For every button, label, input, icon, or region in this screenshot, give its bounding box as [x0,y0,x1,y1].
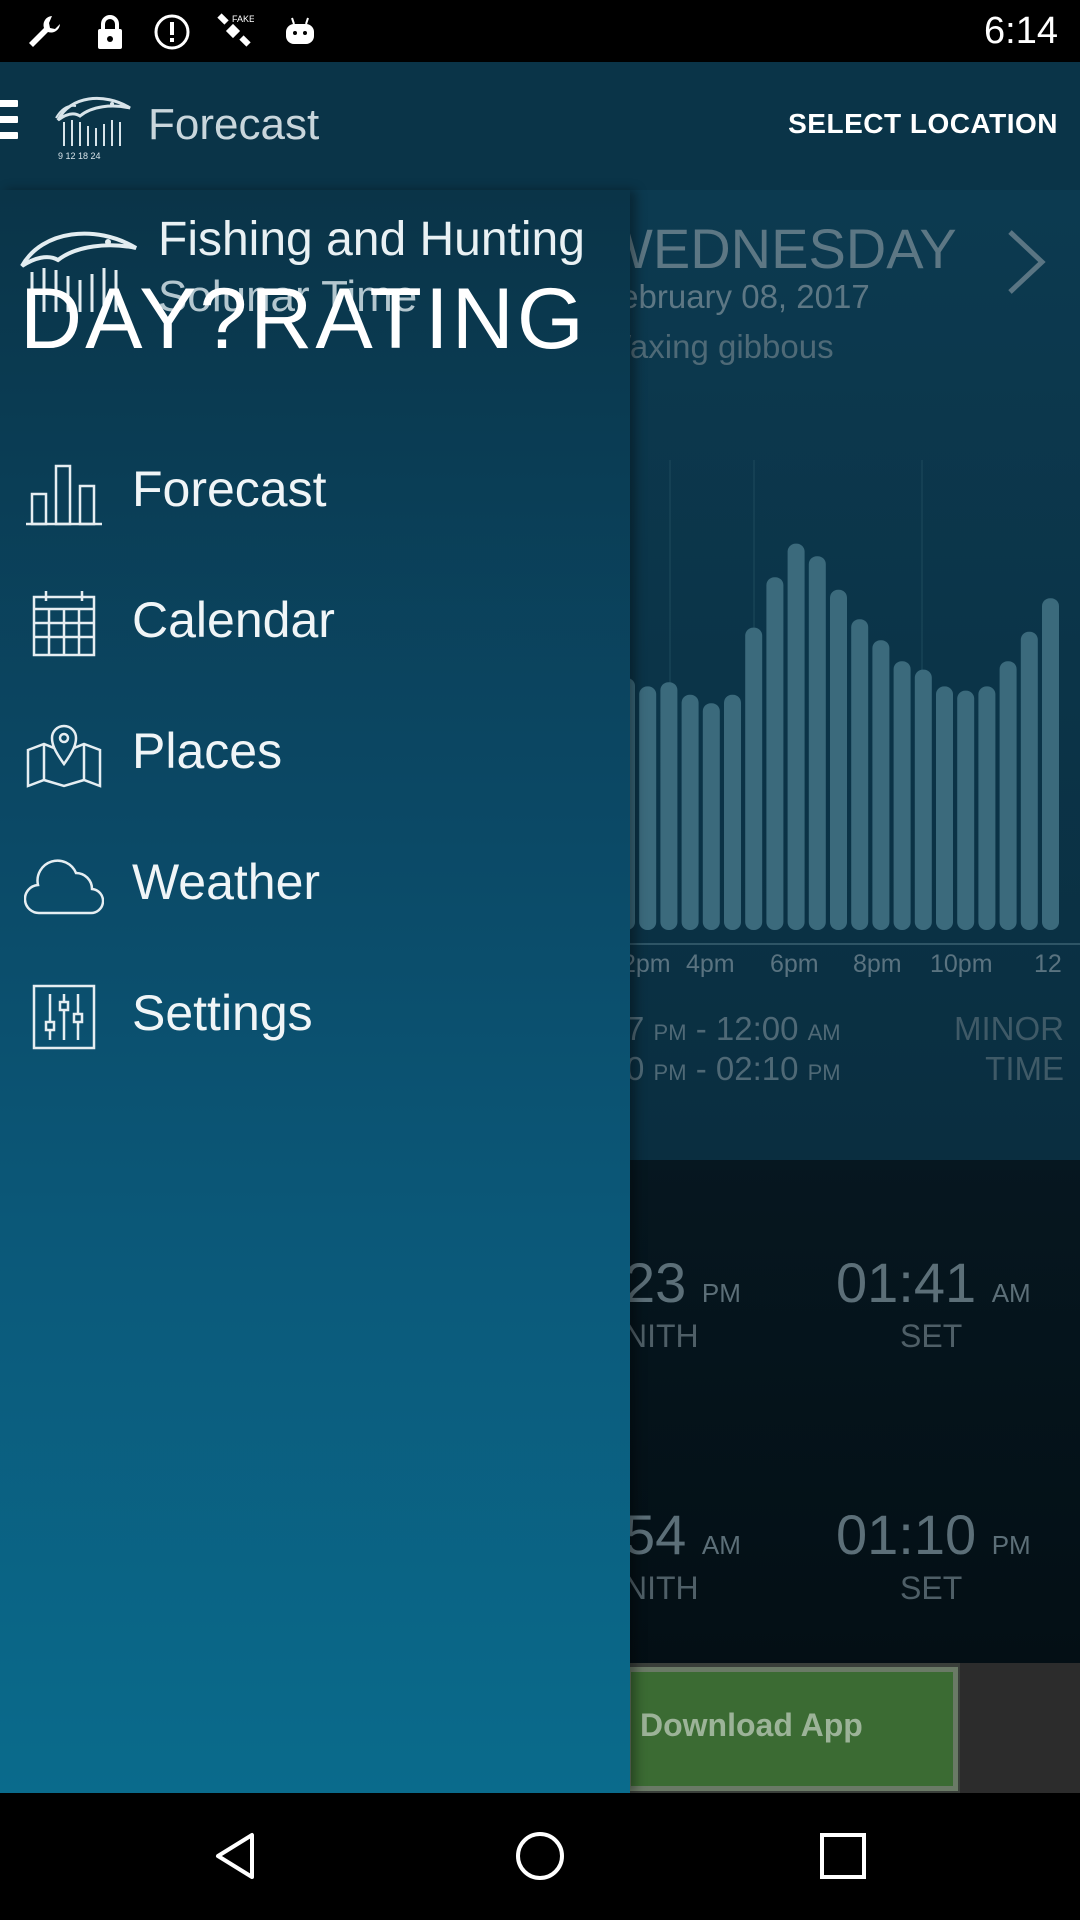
home-icon[interactable] [507,1823,573,1889]
menu-icon[interactable] [0,100,18,150]
set-time: 01:41 AM [836,1251,1031,1314]
chart-bar [702,703,720,930]
select-location-button[interactable]: SELECT LOCATION [788,108,1058,140]
menu-item-calendar[interactable]: Calendar [0,561,630,692]
chart-bar [766,577,784,930]
rating-chart-svg [600,460,1080,945]
chart-time-label: 8pm [853,950,902,978]
wrench-icon [29,16,60,47]
date-label: February 08, 2017 [600,278,870,315]
chart-bar [660,682,678,930]
drawer-app-name: Fishing and Hunting [158,213,585,266]
menu-item-label: Forecast [132,461,327,517]
recents-icon[interactable] [810,1823,876,1889]
minor-label: MINOR [954,1010,1064,1047]
chart-bar [936,686,953,930]
chart-bar [978,686,996,930]
chart-bar [957,690,975,930]
ad-banner[interactable]: Download App [600,1663,1080,1793]
sun-times-row: 54 AM NITH 01:10 PM SET [600,1502,1080,1642]
zenith-time: 23 PM [624,1251,741,1314]
download-app-label: Download App [640,1707,863,1743]
menu-item-label: Places [132,723,283,779]
moon-times-row: 23 PM NITH 01:41 AM SET [600,1250,1080,1390]
chart-bar [808,556,826,930]
back-icon[interactable] [204,1823,270,1889]
set-label: SET [900,1318,963,1354]
chart-bar [872,640,890,930]
minor-time-range: 0 PM - 02:10 PM [626,1050,841,1087]
svg-text:9 12 18 24: 9 12 18 24 [58,151,101,161]
fish-logo-icon: 9 12 18 24 [55,96,131,161]
chart-bar [999,661,1017,930]
menu-item-weather[interactable]: Weather [0,823,630,954]
chart-time-label: 12 [1034,950,1062,978]
chevron-right-icon[interactable] [1000,226,1050,298]
menu-item-label: Settings [132,985,313,1041]
set-label: SET [900,1570,963,1606]
time-label: TIME [985,1050,1064,1087]
zenith-label: NITH [624,1570,699,1606]
chart-time-label: 6pm [770,950,819,978]
menu-item-label: Calendar [132,592,335,648]
chart-bar [787,543,805,930]
sync-alert-icon [154,14,190,50]
drawer-header: Fishing and Hunting Solunar Time DAY?RAT… [0,190,630,370]
menu-item-forecast[interactable]: Forecast [0,430,630,561]
android-icon [286,17,314,44]
chart-time-label: 10pm [930,950,993,978]
chart-bar [724,694,741,930]
chart-bar [639,686,657,930]
moon-phase-label: Waxing gibbous [600,328,834,365]
svg-text:FAKE: FAKE [232,14,254,24]
menu-item-places[interactable]: Places [0,692,630,823]
fake-gps-satellite-icon: FAKE [217,13,254,47]
chart-bar [851,619,869,930]
set-time: 01:10 PM [836,1503,1031,1566]
chart-time-label: 4pm [686,950,735,978]
banner-pattern [960,1663,1080,1793]
map-pin-icon [26,724,102,788]
day-rating-overlay: DAY?RATING [20,271,587,367]
zenith-time: 54 AM [624,1503,741,1566]
day-name: WEDNESDAY [600,217,957,280]
chart-bar [745,627,763,930]
cloud-icon [24,859,104,915]
major-time-range: 7 PM - 12:00 AM [626,1010,841,1047]
zenith-label: NITH [624,1318,699,1354]
bar-chart-icon [26,464,102,526]
sliders-icon [32,984,96,1050]
chart-bar [1020,631,1038,930]
calendar-icon [32,591,96,657]
status-bar: FAKE 6:14 [0,0,1080,62]
rating-chart [600,440,1080,970]
drawer-menu: Forecast Calendar Places Weather Setting… [0,430,630,1085]
lock-icon [98,15,122,49]
app-bar: 9 12 18 24 Forecast SELECT LOCATION [0,62,1080,190]
chart-bar [1042,598,1059,930]
chart-bar [893,661,911,930]
chart-bar [681,694,699,930]
system-nav-bar [0,1793,1080,1920]
chart-bar [914,669,932,930]
menu-item-label: Weather [132,854,321,910]
menu-item-settings[interactable]: Settings [0,954,630,1085]
chart-bar [830,589,847,930]
app-bar-title: Forecast [148,100,320,149]
navigation-drawer: Fishing and Hunting Solunar Time DAY?RAT… [0,190,630,1793]
status-time: 6:14 [984,10,1058,52]
